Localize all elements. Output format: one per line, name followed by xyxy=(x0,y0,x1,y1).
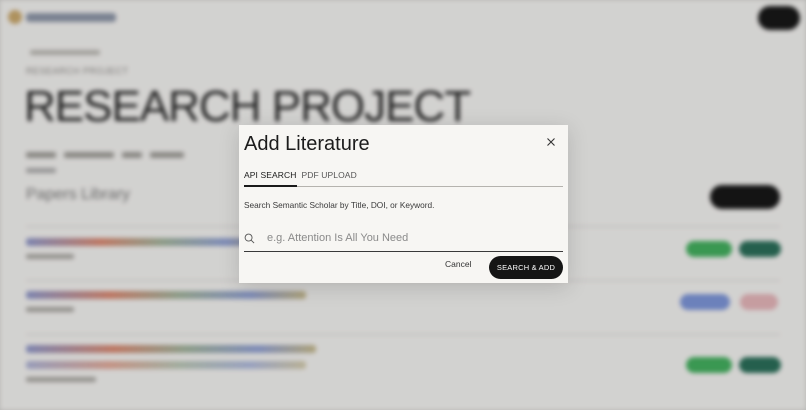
close-button[interactable] xyxy=(544,135,558,149)
cancel-button[interactable]: Cancel xyxy=(445,259,471,269)
search-icon xyxy=(244,233,255,244)
search-help-text: Search Semantic Scholar by Title, DOI, o… xyxy=(244,200,435,210)
tab-pdf-upload[interactable]: PDF UPLOAD xyxy=(302,167,357,186)
tab-api-search[interactable]: API SEARCH xyxy=(244,167,297,187)
search-field xyxy=(244,224,563,252)
close-icon xyxy=(547,138,555,146)
add-literature-dialog: Add Literature API SEARCH PDF UPLOAD Sea… xyxy=(239,125,568,283)
search-input[interactable] xyxy=(265,230,539,245)
dialog-title: Add Literature xyxy=(244,133,370,155)
tab-bar: API SEARCH PDF UPLOAD xyxy=(244,167,563,187)
search-and-add-button[interactable]: SEARCH & ADD xyxy=(489,256,563,279)
